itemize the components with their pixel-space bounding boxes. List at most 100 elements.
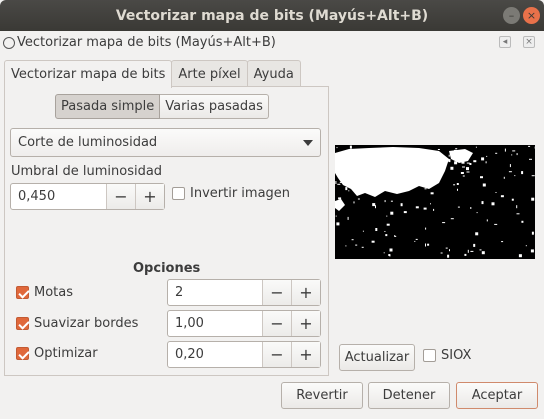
preview-speckle: [403, 211, 407, 214]
threshold-increment-button[interactable]: +: [135, 184, 164, 209]
smooth-corners-decrement-button[interactable]: −: [262, 311, 291, 336]
close-icon[interactable]: ×: [523, 7, 540, 24]
preview-speckle: [422, 175, 426, 177]
trace-method-value: Corte de luminosidad: [18, 135, 158, 150]
invert-image-checkbox[interactable]: Invertir imagen: [172, 186, 290, 201]
preview-speckle: [470, 250, 474, 252]
preview-speckle: [448, 154, 450, 157]
preview-speckle: [457, 158, 459, 161]
speckles-increment-button[interactable]: +: [291, 280, 320, 305]
optimize-checkbox[interactable]: Optimizar: [16, 346, 98, 361]
threshold-label: Umbral de luminosidad: [11, 164, 163, 179]
preview-speckle: [403, 173, 405, 176]
preview-speckle: [467, 249, 469, 253]
update-preview-button[interactable]: Actualizar: [339, 344, 415, 371]
speckles-checkbox[interactable]: Motas: [16, 285, 73, 300]
window-titlebar: Vectorizar mapa de bits (Mayús+Alt+B): [0, 0, 544, 31]
preview-speckle: [407, 173, 409, 175]
preview-speckle: [347, 216, 349, 220]
preview-speckle: [335, 170, 339, 173]
preview-speckle: [531, 197, 535, 201]
tab-trace-bitmap[interactable]: Vectorizar mapa de bits: [4, 60, 173, 88]
smooth-corners-checkbox[interactable]: Suavizar bordes: [16, 316, 138, 331]
preview-speckle: [514, 175, 516, 177]
speckles-decrement-button[interactable]: −: [262, 280, 291, 305]
optimize-spinbox[interactable]: 0,20 − +: [167, 341, 321, 368]
preview-speckle: [481, 201, 484, 205]
preview-speckle: [473, 243, 476, 247]
preview-speckle: [466, 162, 470, 164]
threshold-spinbox[interactable]: 0,450 − +: [10, 183, 165, 210]
smooth-corners-spinbox[interactable]: 1,00 − +: [167, 310, 321, 337]
smooth-corners-checkbox-box[interactable]: [16, 317, 29, 330]
threshold-decrement-button[interactable]: −: [106, 184, 135, 209]
minimize-icon[interactable]: –: [503, 7, 520, 24]
preview-speckle: [516, 205, 518, 209]
optimize-increment-button[interactable]: +: [291, 342, 320, 367]
optimize-value[interactable]: 0,20: [168, 342, 262, 367]
preview-speckle: [486, 155, 488, 157]
preview-speckle: [393, 162, 395, 165]
preview-speckle: [481, 157, 485, 161]
preview-speckle: [466, 167, 469, 171]
preview-speckle: [508, 171, 512, 173]
preview-speckle: [449, 249, 450, 252]
preview-speckle: [415, 238, 418, 240]
dock-title: Vectorizar mapa de bits (Mayús+Alt+B): [3, 35, 276, 50]
dock-iconify-icon[interactable]: ◂: [499, 36, 511, 48]
preview-speckle: [437, 149, 440, 150]
preview-speckle: [516, 153, 518, 156]
revert-button[interactable]: Revertir: [281, 382, 363, 409]
smooth-corners-value[interactable]: 1,00: [168, 311, 262, 336]
dock-close-icon[interactable]: ×: [523, 36, 535, 48]
chevron-down-icon: [303, 140, 313, 146]
preview-speckle: [390, 211, 394, 215]
trace-method-select[interactable]: Corte de luminosidad: [10, 128, 321, 157]
stop-button[interactable]: Detener: [368, 382, 450, 409]
invert-checkbox-box[interactable]: [172, 187, 185, 200]
speckles-checkbox-box[interactable]: [16, 286, 29, 299]
siox-checkbox-box[interactable]: [423, 349, 436, 362]
preview-speckle: [459, 154, 462, 156]
preview-speckle: [389, 254, 391, 257]
speckles-spinbox[interactable]: 2 − +: [167, 279, 321, 306]
optimize-decrement-button[interactable]: −: [262, 342, 291, 367]
preview-speckle: [531, 175, 535, 177]
preview-speckle: [501, 241, 504, 243]
preview-speckle: [431, 180, 434, 183]
trace-bitmap-icon: [3, 36, 15, 49]
tab-pixel-art[interactable]: Arte píxel: [171, 60, 248, 87]
preview-speckle: [430, 192, 434, 195]
preview-speckle: [355, 192, 359, 194]
preview-speckle: [405, 184, 409, 186]
preview-speckle: [475, 146, 477, 148]
preview-speckle: [466, 153, 469, 155]
preview-speckle: [438, 160, 439, 164]
speckles-value[interactable]: 2: [168, 280, 262, 305]
smooth-corners-increment-button[interactable]: +: [291, 311, 320, 336]
preview-speckle: [394, 235, 397, 237]
preview-speckle: [470, 207, 472, 209]
tab-help[interactable]: Ayuda: [246, 60, 301, 87]
ok-button[interactable]: Aceptar: [456, 382, 538, 409]
preview-speckle: [503, 176, 505, 179]
optimize-checkbox-box[interactable]: [16, 347, 29, 360]
ok-label: Aceptar: [471, 388, 523, 403]
multi-pass-button[interactable]: Varias pasadas: [160, 94, 269, 119]
preview-speckle: [427, 243, 430, 246]
siox-label: SIOX: [441, 348, 472, 363]
preview-speckle: [425, 227, 427, 230]
update-preview-label: Actualizar: [344, 350, 410, 365]
threshold-value[interactable]: 0,450: [11, 184, 106, 209]
preview-speckle: [397, 151, 401, 154]
preview-speckle: [482, 183, 486, 187]
preview-speckle: [485, 161, 487, 164]
single-pass-button[interactable]: Pasada simple: [55, 94, 161, 119]
preview-speckle: [495, 192, 497, 193]
preview-speckle: [464, 253, 467, 256]
preview-speckle: [370, 159, 374, 161]
siox-checkbox[interactable]: SIOX: [423, 348, 471, 363]
preview-speckle: [335, 215, 337, 217]
preview-speckle: [529, 158, 532, 160]
window-title: Vectorizar mapa de bits (Mayús+Alt+B): [115, 7, 429, 24]
